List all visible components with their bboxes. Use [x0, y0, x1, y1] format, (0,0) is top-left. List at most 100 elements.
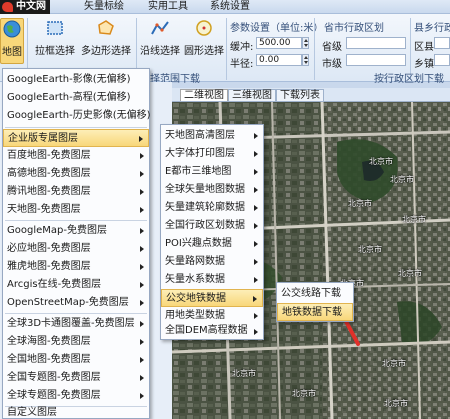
menu-item-tencent[interactable]: 腾讯地图-免费图层 [3, 183, 149, 201]
menu-item-label: 用地类型数据 [165, 310, 225, 321]
menu-item-label: 全国地图-免费图层 [7, 354, 91, 365]
submenu-item-large-print[interactable]: 大字体打印图层 [161, 145, 263, 163]
map-button-label: 地图 [2, 47, 22, 58]
menu-item-custom-layer[interactable]: 自定义图层 [3, 407, 149, 419]
submenu-arrow-icon [254, 169, 258, 175]
polyline-select-button[interactable]: 沿线选择 [138, 18, 182, 64]
submenu-item-admin-division[interactable]: 全国行政区划数据 [161, 217, 263, 235]
submenu-item-road-network[interactable]: 矢量路网数据 [161, 253, 263, 271]
menu-utilities[interactable]: 实用工具 [148, 1, 188, 13]
submenu-arrow-icon [140, 300, 144, 306]
menu-item-label: 天地图高清图层 [165, 130, 235, 141]
menu-vector-plot[interactable]: 矢量标绘 [84, 1, 124, 13]
menu-item-label: 矢量建筑轮廓数据 [165, 202, 245, 213]
tab-download-list[interactable]: 下载列表 [276, 89, 324, 101]
menu-item-label: 全国专题图-免费图层 [7, 372, 101, 383]
menu-item-label: 全国行政区划数据 [165, 220, 245, 231]
menu-item-label: GoogleEarth-历史影像(无偏移) [7, 110, 151, 121]
menu-item-label: 企业版专属图层 [8, 133, 78, 144]
tab-2d-view[interactable]: 二维视图 [180, 89, 228, 101]
submenu-item-poi[interactable]: POI兴趣点数据 [161, 235, 263, 253]
rectangle-select-icon [47, 21, 63, 35]
menu-item-gaode[interactable]: 高德地图-免费图层 [3, 165, 149, 183]
menu-item-yahoo[interactable]: 雅虎地图-免费图层 [3, 258, 149, 276]
menu-item-global-3d[interactable]: 全球3D卡通图覆盖-免费图层 [3, 315, 149, 333]
map-label: 北京市 [292, 389, 316, 398]
ribbon-separator [226, 18, 227, 80]
county-title: 县乡行政区 [414, 23, 450, 34]
tab-3d-view[interactable]: 三维视图 [228, 89, 276, 101]
province-select[interactable] [346, 37, 406, 49]
circle-select-button[interactable]: 圆形选择 [182, 18, 226, 64]
menu-item-global-thematic[interactable]: 全球专题图-免费图层 [3, 387, 149, 405]
submenu-item-water-system[interactable]: 矢量水系数据 [161, 271, 263, 289]
menu-item-global-chart[interactable]: 全球海图-免费图层 [3, 333, 149, 351]
rect-select-label: 拉框选择 [35, 46, 75, 57]
menu-item-label: 全球海图-免费图层 [7, 336, 91, 347]
radius-label: 半径: [230, 59, 254, 70]
polygon-select-label: 多边形选择 [81, 46, 131, 57]
menu-item-ge-history[interactable]: GoogleEarth-历史影像(无偏移) [3, 107, 151, 125]
menu-item-label: 腾讯地图-免费图层 [7, 186, 91, 197]
menu-item-googlemap[interactable]: GoogleMap-免费图层 [3, 222, 149, 240]
watermark-logo-icon [2, 2, 13, 12]
submenu-item-building-outline[interactable]: 矢量建筑轮廓数据 [161, 199, 263, 217]
menu-item-baidu[interactable]: 百度地图-免费图层 [3, 147, 149, 165]
district-group-label: 按行政区划下载 [374, 74, 444, 85]
submenu-arrow-icon [140, 171, 144, 177]
menu-bar: 中文网 矢量标绘 实用工具 系统设置 [0, 0, 450, 14]
city-select[interactable] [346, 54, 406, 66]
radius-input[interactable]: 0.00 [256, 54, 302, 66]
buffer-spinner[interactable] [302, 37, 309, 49]
submenu-item-tianditu-hd[interactable]: 天地图高清图层 [161, 127, 263, 145]
map-label: 北京市 [232, 369, 256, 378]
submenu-item-metro-download[interactable]: 地铁数据下载 [277, 303, 353, 321]
submenu-arrow-icon [140, 228, 144, 234]
submenu-item-edushi-3d[interactable]: E都市三维地图 [161, 163, 263, 181]
submenu-item-bus-metro[interactable]: 公交地铁数据 [161, 289, 263, 307]
submenu-arrow-icon [254, 259, 258, 265]
menu-item-label: 地铁数据下载 [282, 307, 342, 318]
submenu-arrow-icon [254, 205, 258, 211]
menu-item-tianditu[interactable]: 天地图-免费图层 [3, 201, 149, 219]
county-select[interactable] [434, 37, 450, 49]
submenu-arrow-icon [254, 277, 258, 283]
map-label: 北京市 [402, 215, 426, 224]
menu-item-ge-elevation[interactable]: GoogleEarth-高程(无偏移) [3, 89, 149, 107]
map-label: 北京市 [384, 399, 408, 408]
enterprise-layers-submenu: 天地图高清图层 大字体打印图层 E都市三维地图 全球矢量地图数据 矢量建筑轮廓数… [160, 124, 264, 340]
submenu-arrow-icon [140, 357, 144, 363]
county-label: 区县 [414, 42, 434, 53]
polygon-select-button[interactable]: 多边形选择 [78, 18, 134, 64]
param-settings-title: 参数设置（单位:米） [230, 23, 324, 34]
buffer-input[interactable]: 500.00 [256, 37, 302, 49]
submenu-arrow-icon [140, 339, 144, 345]
menu-item-arcgis[interactable]: Arcgis在线-免费图层 [3, 276, 149, 294]
submenu-item-dem[interactable]: 全国DEM高程数据 [161, 323, 263, 339]
menu-item-enterprise-layers[interactable]: 企业版专属图层 [3, 129, 149, 147]
ribbon-separator [314, 18, 315, 80]
menu-item-label: 天地图-免费图层 [7, 204, 81, 215]
radius-spinner[interactable] [302, 54, 309, 66]
menu-item-label: E都市三维地图 [165, 166, 232, 177]
menu-item-label: 必应地图-免费图层 [7, 243, 91, 254]
rect-select-button[interactable]: 拉框选择 [32, 18, 78, 64]
menu-item-label: GoogleEarth-影像(无偏移) [7, 74, 131, 85]
polygon-select-icon [98, 20, 114, 35]
map-source-menu: GoogleEarth-影像(无偏移) GoogleEarth-高程(无偏移) … [2, 68, 151, 419]
bus-metro-submenu: 公交线路下载 地铁数据下载 [276, 282, 354, 322]
menu-system-settings[interactable]: 系统设置 [210, 1, 250, 13]
town-select[interactable] [434, 54, 450, 66]
menu-item-ge-imagery[interactable]: GoogleEarth-影像(无偏移) [3, 71, 149, 89]
menu-item-label: 全国DEM高程数据 [165, 325, 248, 336]
map-button[interactable]: 地图 [0, 18, 24, 64]
menu-item-openstreetmap[interactable]: OpenStreetMap-免费图层 [3, 294, 149, 312]
town-label: 乡镇 [414, 59, 434, 70]
menu-item-national-thematic[interactable]: 全国专题图-免费图层 [3, 369, 149, 387]
submenu-arrow-icon [140, 246, 144, 252]
submenu-item-global-vector[interactable]: 全球矢量地图数据 [161, 181, 263, 199]
submenu-item-bus-route-download[interactable]: 公交线路下载 [277, 285, 353, 303]
menu-item-bing[interactable]: 必应地图-免费图层 [3, 240, 149, 258]
menu-item-national-map[interactable]: 全国地图-免费图层 [3, 351, 149, 369]
submenu-arrow-icon [254, 313, 258, 319]
